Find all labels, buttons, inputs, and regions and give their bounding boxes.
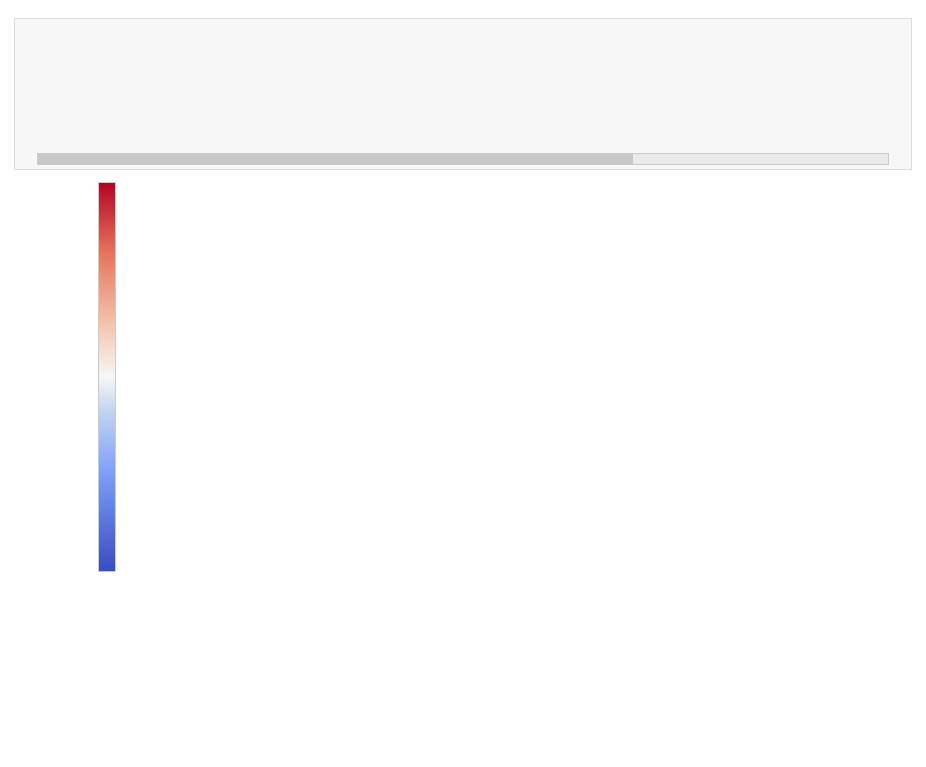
colorbar [98,182,122,572]
scroll-track[interactable] [37,153,889,165]
horizontal-scrollbar[interactable] [23,151,903,167]
code-cell[interactable] [14,18,912,170]
colorbar-gradient [98,182,116,572]
heatmap-output [74,180,912,572]
code-editor[interactable] [23,25,903,147]
scroll-thumb[interactable] [38,154,633,164]
